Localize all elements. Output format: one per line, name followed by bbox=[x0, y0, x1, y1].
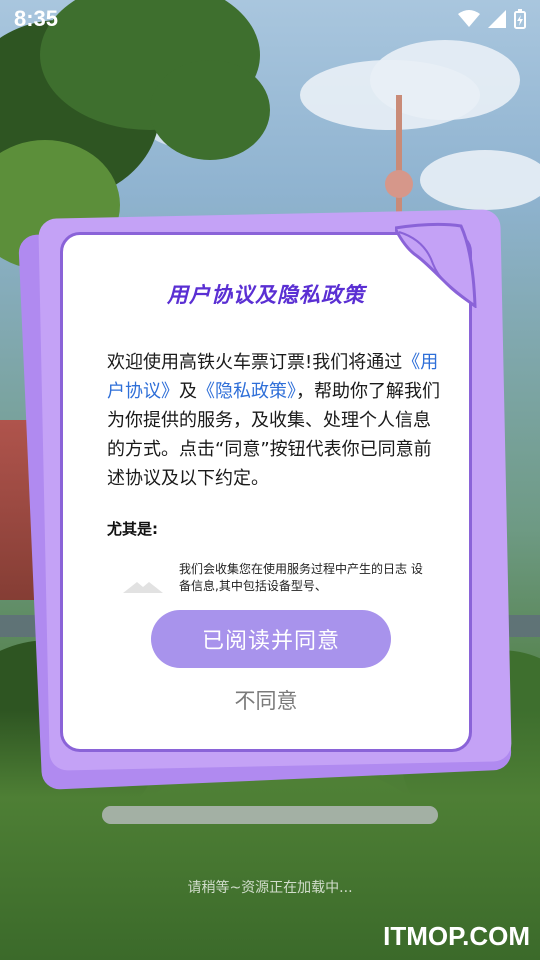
dialog-body: 欢迎使用高铁火车票订票!我们将通过《用户协议》及《隐私政策》，帮助你了解我们为你… bbox=[107, 348, 447, 493]
privacy-dialog: 用户协议及隐私政策 欢迎使用高铁火车票订票!我们将通过《用户协议》及《隐私政策》… bbox=[60, 232, 472, 752]
disagree-button[interactable]: 不同意 bbox=[63, 685, 469, 715]
page-curl-decoration bbox=[395, 222, 477, 308]
intro-text-1: 欢迎使用高铁火车票订票!我们将通过 bbox=[107, 352, 403, 373]
cellular-signal-icon bbox=[488, 10, 506, 28]
loading-progress-bar bbox=[102, 806, 438, 824]
and-text: 及 bbox=[179, 381, 197, 402]
log-icon bbox=[123, 582, 163, 593]
battery-charging-icon bbox=[514, 9, 526, 29]
loading-progress-fill bbox=[102, 806, 438, 824]
loading-text: 请稍等~资源正在加载中... bbox=[187, 880, 353, 896]
status-time: 8:35 bbox=[14, 6, 59, 31]
agree-button[interactable]: 已阅读并同意 bbox=[151, 610, 391, 668]
detail-text: 我们会收集您在使用服务过程中产生的日志 设备信息,其中包括设备型号、 bbox=[179, 562, 423, 593]
status-icons bbox=[458, 9, 526, 29]
status-bar: 8:35 bbox=[0, 0, 540, 38]
section-heading: 尤其是: bbox=[107, 520, 158, 538]
privacy-policy-link[interactable]: 《隐私政策》 bbox=[197, 381, 296, 402]
watermark: ITMOP.COM bbox=[383, 921, 530, 951]
wifi-icon bbox=[458, 10, 480, 27]
